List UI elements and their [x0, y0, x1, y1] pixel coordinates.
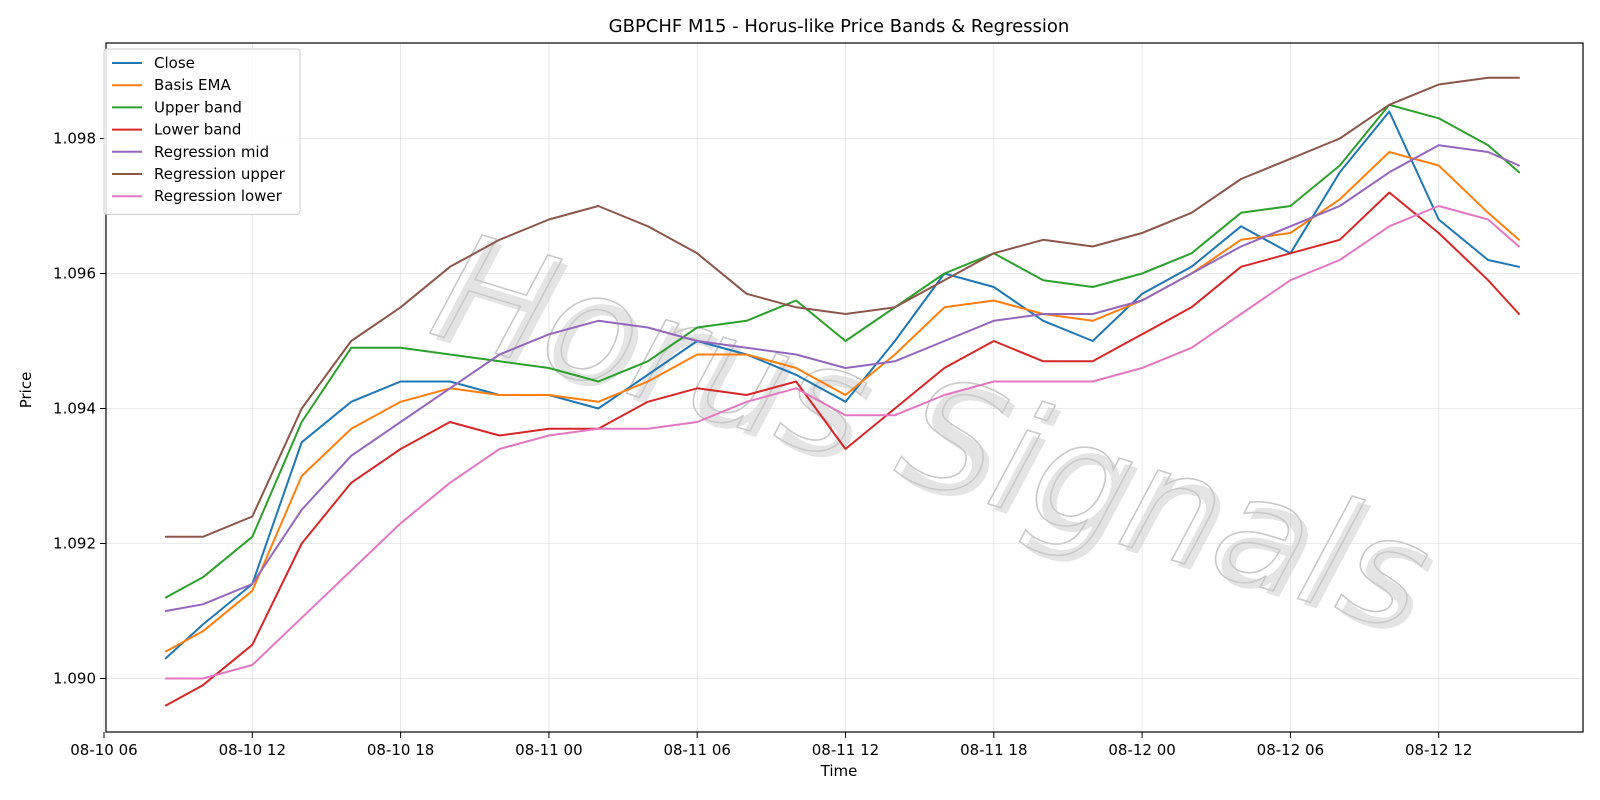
x-tick-label: 08-12 12 — [1405, 741, 1472, 759]
y-tick-label: 1.096 — [53, 265, 96, 283]
y-tick-label: 1.098 — [53, 130, 96, 148]
legend-label-basis-ema: Basis EMA — [154, 76, 231, 94]
x-tick-label: 08-11 00 — [515, 741, 582, 759]
chart-title: GBPCHF M15 - Horus-like Price Bands & Re… — [609, 16, 1070, 37]
chart-container: GBPCHF M15 - Horus-like Price Bands & Re… — [0, 0, 1600, 800]
legend-label-regression-upper: Regression upper — [154, 165, 286, 183]
x-tick-label: 08-11 12 — [812, 741, 879, 759]
x-tick-label: 08-11 18 — [960, 741, 1027, 759]
legend: Close Basis EMA Upper band Lower band Regres… — [103, 48, 301, 215]
legend-label-close: Close — [154, 54, 195, 72]
x-axis-title: Time — [820, 762, 858, 780]
y-axis-title: Price — [17, 372, 35, 409]
x-tick-label: 08-12 00 — [1108, 741, 1175, 759]
x-tick-label: 08-10 18 — [367, 741, 434, 759]
legend-label-upper-band: Upper band — [154, 98, 242, 116]
legend-label-regression-mid: Regression mid — [154, 143, 269, 161]
x-tick-label: 08-10 12 — [219, 741, 286, 759]
legend-label-regression-lower: Regression lower — [154, 187, 283, 205]
legend-label-lower-band: Lower band — [154, 121, 241, 139]
x-tick-label: 08-10 06 — [70, 741, 137, 759]
y-tick-label: 1.090 — [53, 670, 96, 688]
line-chart: GBPCHF M15 - Horus-like Price Bands & Re… — [0, 0, 1600, 800]
x-tick-label: 08-11 06 — [663, 741, 730, 759]
y-tick-label: 1.092 — [53, 535, 96, 553]
y-tick-label: 1.094 — [53, 400, 96, 418]
x-tick-label: 08-12 06 — [1257, 741, 1324, 759]
